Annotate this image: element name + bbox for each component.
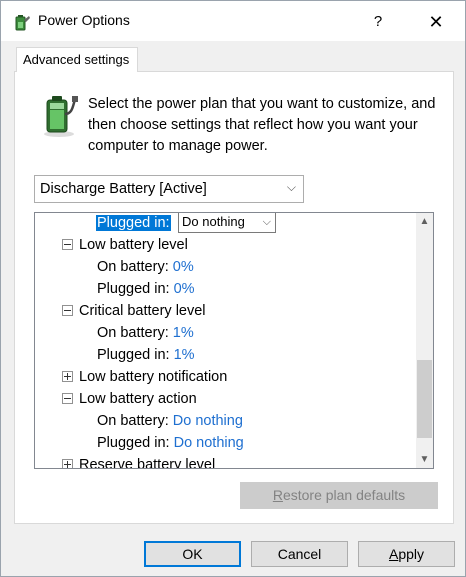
tree-group-label: Low battery notification [79,369,228,385]
scroll-thumb[interactable] [417,360,432,438]
tree-setting-label: Plugged in: [97,435,170,451]
tree-setting-label: On battery: [97,259,169,275]
tree-setting-value[interactable]: 1% [174,347,195,363]
collapse-minus-icon[interactable] [62,392,73,404]
tree-group-row[interactable]: Low battery level [62,234,188,256]
tree-group-label: Low battery action [79,391,197,407]
power-plan-dropdown[interactable]: Discharge Battery [Active] ⌵ [34,175,304,203]
tree-setting-label: On battery: [97,413,169,429]
tree-group-label: Critical battery level [79,303,206,319]
apply-accesskey: A [388,546,399,562]
tab-advanced-settings[interactable]: Advanced settings [16,47,138,72]
tree-setting-label: On battery: [97,325,169,341]
tree-group-label: Reserve battery level [79,457,216,469]
restore-plan-defaults-button[interactable]: Restore plan defaults [240,482,438,509]
apply-button[interactable]: Apply [358,541,455,567]
expand-plus-icon[interactable] [62,458,73,468]
tree-setting-value[interactable]: Do nothing [173,413,243,429]
tree-group-row[interactable]: Reserve battery level [62,454,216,469]
tree-group-row[interactable]: Low battery action [62,388,197,410]
tree-group-row[interactable]: Critical battery level [62,300,206,322]
restore-label: estore plan defaults [282,487,406,503]
vertical-scrollbar[interactable]: ▲ ▼ [416,213,433,468]
setting-value-dropdown[interactable]: Do nothing ⌵ [178,213,276,233]
close-button[interactable]: ✕ [419,9,453,35]
power-options-window: Power Options ? ✕ Advanced settings Sele… [0,0,466,577]
power-plan-value: Discharge Battery [Active] [40,181,207,197]
tree-group-row[interactable]: Low battery notification [62,366,227,388]
chevron-down-icon: ⌵ [262,216,271,228]
settings-tree[interactable]: Plugged in: Do nothing ⌵ Low battery lev… [34,212,434,469]
dialog-body: Advanced settings Select the power plan … [1,41,465,576]
cancel-button[interactable]: Cancel [251,541,348,567]
collapse-minus-icon[interactable] [62,238,73,250]
restore-accesskey: R [272,487,283,503]
setting-dropdown-value: Do nothing [182,214,245,229]
collapse-minus-icon[interactable] [62,304,73,316]
tree-setting-row[interactable]: Plugged in: 0% [97,278,195,300]
selected-setting-label: Plugged in: [96,215,171,231]
expand-plus-icon[interactable] [62,370,73,382]
tree-setting-row[interactable]: Plugged in: Do nothing [97,432,244,454]
intro-text: Select the power plan that you want to c… [88,96,436,154]
tree-setting-row[interactable]: Plugged in: 1% [97,344,195,366]
tree-setting-row[interactable]: On battery: 1% [97,322,194,344]
tree-row-selected[interactable]: Plugged in: Do nothing ⌵ [96,213,336,234]
scroll-down-icon[interactable]: ▼ [416,451,433,468]
scroll-up-icon[interactable]: ▲ [416,213,433,230]
tab-label: Advanced settings [23,52,130,67]
power-options-icon [15,15,30,31]
title-bar[interactable]: Power Options ? ✕ [1,1,465,41]
tree-group-label: Low battery level [79,237,188,253]
tree-setting-value[interactable]: 0% [173,259,194,275]
tree-setting-row[interactable]: On battery: Do nothing [97,410,243,432]
tree-setting-row[interactable]: On battery: 0% [97,256,194,278]
tree-setting-value[interactable]: Do nothing [174,435,244,451]
tree-setting-label: Plugged in: [97,281,170,297]
tree-setting-value[interactable]: 1% [173,325,194,341]
ok-button[interactable]: OK [144,541,241,567]
chevron-down-icon: ⌵ [286,180,296,194]
tree-setting-label: Plugged in: [97,347,170,363]
advanced-settings-panel: Select the power plan that you want to c… [14,71,454,524]
apply-label: pply [398,546,425,562]
window-title: Power Options [38,12,130,28]
tree-setting-value[interactable]: 0% [174,281,195,297]
help-button[interactable]: ? [363,9,393,35]
battery-plug-icon [44,96,78,137]
